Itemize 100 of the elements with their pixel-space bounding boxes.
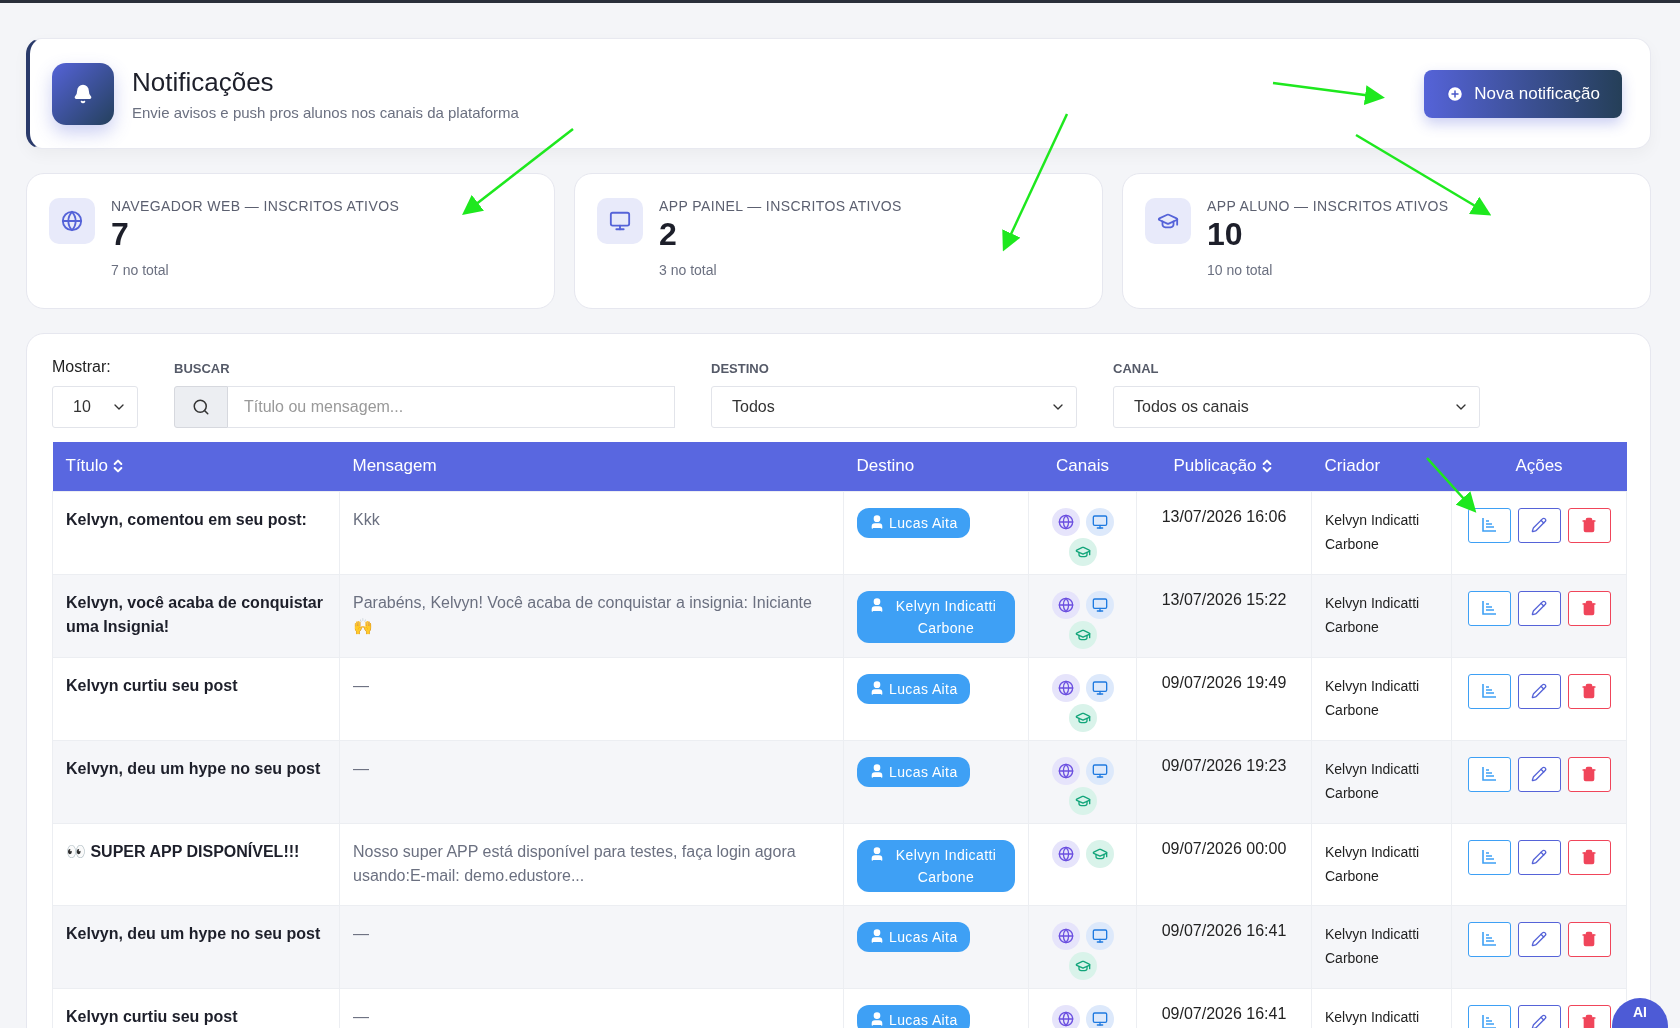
- globe-icon: [61, 210, 83, 232]
- edit-button[interactable]: [1517, 590, 1561, 626]
- trash-icon: [1581, 766, 1597, 782]
- new-notification-button[interactable]: Nova notificação: [1424, 69, 1622, 118]
- pencil-icon: [1531, 517, 1547, 533]
- pencil-icon: [1531, 1014, 1547, 1028]
- pencil-icon: [1531, 766, 1547, 782]
- delete-button[interactable]: [1567, 590, 1611, 626]
- edit-button[interactable]: [1517, 756, 1561, 792]
- publication-date: 09/07/2026 19:49: [1161, 673, 1287, 691]
- search-button[interactable]: [174, 386, 228, 428]
- search-label: BUSCAR: [174, 361, 231, 376]
- column-header: Criador: [1311, 442, 1452, 491]
- publication-date: 09/07/2026 19:23: [1161, 756, 1287, 774]
- column-header[interactable]: Publicação: [1136, 442, 1312, 491]
- trash-icon: [1581, 683, 1597, 699]
- notification-title: Kelvyn curtiu seu post: [66, 676, 238, 694]
- column-header[interactable]: Título: [52, 442, 340, 491]
- publication-date: 09/07/2026 16:41: [1161, 1004, 1287, 1022]
- stat-label: NAVEGADOR WEB — INSCRITOS ATIVOS: [111, 198, 400, 214]
- recipient-badge: Lucas Aita: [857, 1004, 970, 1028]
- user-icon: [869, 596, 885, 613]
- notification-title: 👀 SUPER APP DISPONÍVEL!!!: [66, 842, 300, 860]
- stat-total: 10 no total: [1207, 262, 1274, 278]
- plus-icon: [1446, 84, 1465, 103]
- notification-title: Kelvyn curtiu seu post: [66, 1007, 238, 1025]
- delete-button[interactable]: [1567, 756, 1611, 792]
- destination-select[interactable]: Todos: [711, 386, 1077, 428]
- channel-select[interactable]: Todos os canais: [1113, 386, 1480, 428]
- recipient-badge: Lucas Aita: [857, 921, 970, 952]
- column-header: Ações: [1451, 442, 1627, 491]
- edit-button[interactable]: [1517, 921, 1561, 957]
- stats-button[interactable]: [1467, 1004, 1511, 1028]
- bell-icon: [73, 83, 93, 104]
- delete-button[interactable]: [1567, 1004, 1611, 1028]
- stat-total: 7 no total: [111, 262, 170, 278]
- stats-button[interactable]: [1467, 839, 1511, 875]
- user-icon: [869, 845, 885, 862]
- edit-button[interactable]: [1517, 1004, 1561, 1028]
- monitor-icon: [609, 210, 631, 232]
- delete-button[interactable]: [1567, 921, 1611, 957]
- edit-button[interactable]: [1517, 839, 1561, 875]
- chart-icon: [1481, 517, 1497, 533]
- notification-title: Kelvyn, comentou em seu post:: [66, 510, 307, 528]
- page-size-select[interactable]: 10: [52, 386, 138, 428]
- publication-date: 09/07/2026 16:41: [1161, 921, 1287, 939]
- stats-button[interactable]: [1467, 673, 1511, 709]
- column-header: Canais: [1028, 442, 1137, 491]
- column-header: Destino: [843, 442, 1029, 491]
- chart-icon: [1481, 683, 1497, 699]
- recipient-badge: Kelvyn Indicatti Carbone: [857, 590, 1015, 643]
- user-icon: [869, 1010, 885, 1027]
- trash-icon: [1581, 517, 1597, 533]
- column-header: Mensagem: [339, 442, 844, 491]
- notification-message: —: [353, 1007, 369, 1025]
- edit-button[interactable]: [1517, 673, 1561, 709]
- stat-total: 3 no total: [659, 262, 718, 278]
- pencil-icon: [1531, 600, 1547, 616]
- stat-label: APP PAINEL — INSCRITOS ATIVOS: [659, 198, 902, 214]
- user-icon: [869, 679, 885, 696]
- notification-message: Kkk: [353, 510, 380, 528]
- destination-label: DESTINO: [711, 361, 770, 376]
- notification-message: —: [353, 924, 369, 942]
- trash-icon: [1581, 1014, 1597, 1028]
- creator-name: Kelvyn Indicatti: [1325, 1008, 1420, 1025]
- notification-message: Parabéns, Kelvyn! Você acaba de conquistar a insignia: Iniciante 🙌: [353, 593, 812, 635]
- trash-icon: [1581, 849, 1597, 865]
- stats-button[interactable]: [1467, 590, 1511, 626]
- notification-title: Kelvyn, deu um hype no seu post: [66, 759, 321, 777]
- chart-icon: [1481, 849, 1497, 865]
- stats-button[interactable]: [1467, 507, 1511, 543]
- delete-button[interactable]: [1567, 507, 1611, 543]
- trash-icon: [1581, 600, 1597, 616]
- notification-message: —: [353, 759, 369, 777]
- search-icon: [192, 398, 210, 416]
- stats-button[interactable]: [1467, 921, 1511, 957]
- stats-button[interactable]: [1467, 756, 1511, 792]
- edit-button[interactable]: [1517, 507, 1561, 543]
- chart-icon: [1481, 766, 1497, 782]
- page-title: Notificações: [132, 66, 275, 98]
- annotation-arrow: [1426, 457, 1477, 513]
- stat-label: APP ALUNO — INSCRITOS ATIVOS: [1207, 198, 1449, 214]
- show-label: Mostrar:: [52, 358, 112, 376]
- search-field[interactable]: Título ou mensagem...: [228, 386, 675, 428]
- creator-name: Kelvyn Indicatti Carbone: [1325, 677, 1420, 718]
- trash-icon: [1581, 931, 1597, 947]
- creator-name: Kelvyn Indicatti Carbone: [1325, 511, 1420, 552]
- pencil-icon: [1531, 683, 1547, 699]
- pencil-icon: [1531, 849, 1547, 865]
- user-icon: [869, 762, 885, 779]
- delete-button[interactable]: [1567, 839, 1611, 875]
- creator-name: Kelvyn Indicatti Carbone: [1325, 843, 1420, 884]
- notification-message: Nosso super APP está disponível para testes, faça login agora usando:E-mail: demo.edustore...: [353, 842, 796, 884]
- delete-button[interactable]: [1567, 673, 1611, 709]
- stat-value: 10: [1207, 215, 1244, 254]
- recipient-badge: Lucas Aita: [857, 673, 970, 704]
- chart-icon: [1481, 1014, 1497, 1028]
- channel-label: CANAL: [1113, 361, 1160, 376]
- page-subtitle: Envie avisos e push pros alunos nos canais da plataforma: [132, 103, 519, 121]
- chart-icon: [1481, 931, 1497, 947]
